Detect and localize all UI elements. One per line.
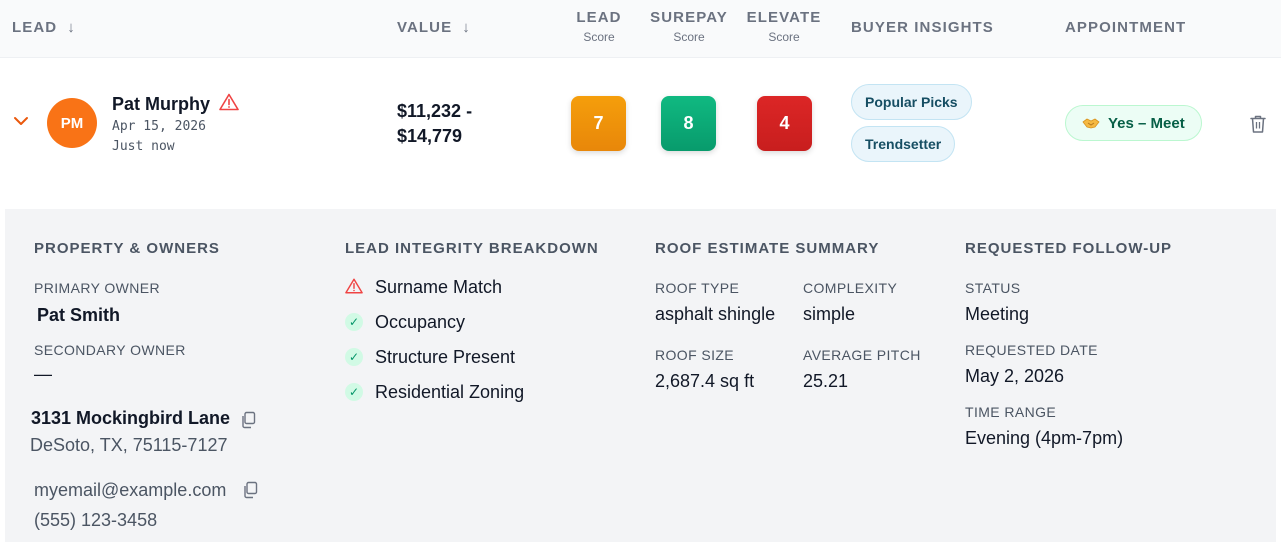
insight-badge: Trendsetter bbox=[851, 126, 956, 162]
column-header-appointment: APPOINTMENT bbox=[1065, 19, 1187, 36]
address-line-1: 3131 Mockingbird Lane bbox=[31, 408, 231, 428]
complexity-value: simple bbox=[803, 304, 856, 324]
roof-type-label: ROOF TYPE bbox=[655, 280, 740, 296]
status-label: STATUS bbox=[965, 280, 1021, 296]
requested-date-value: May 2, 2026 bbox=[965, 366, 1065, 386]
insight-badge: Popular Picks bbox=[851, 84, 972, 120]
avatar: PM bbox=[47, 98, 97, 148]
elevate-score-badge: 4 bbox=[757, 96, 812, 151]
address-line-2: DeSoto, TX, 75115-7127 bbox=[30, 435, 228, 455]
time-range-value: Evening (4pm-7pm) bbox=[965, 428, 1124, 448]
lead-value-high: $14,779 bbox=[397, 126, 463, 146]
column-header-lead-score: LEAD Score bbox=[572, 9, 626, 45]
check-icon: ✓ bbox=[345, 348, 363, 366]
column-header-value-label: VALUE bbox=[397, 19, 453, 36]
average-pitch-label: AVERAGE PITCH bbox=[803, 347, 921, 363]
integrity-item-residential-zoning: Residential Zoning bbox=[375, 382, 525, 402]
status-value: Meeting bbox=[965, 304, 1030, 324]
primary-owner-label: PRIMARY OWNER bbox=[34, 280, 161, 296]
secondary-owner-value: — bbox=[34, 364, 52, 384]
surepay-score-header-sub: Score bbox=[673, 30, 705, 44]
column-header-buyer-insights: BUYER INSIGHTS bbox=[851, 19, 994, 36]
copy-icon[interactable] bbox=[242, 481, 258, 499]
appointment-badge[interactable]: Yes – Meet bbox=[1065, 105, 1202, 141]
sort-arrow-icon[interactable]: ↓ bbox=[462, 19, 470, 36]
integrity-item-occupancy: Occupancy bbox=[375, 312, 466, 332]
warning-icon bbox=[219, 93, 239, 111]
trash-icon[interactable] bbox=[1249, 114, 1267, 134]
appointment-label: Yes – Meet bbox=[1108, 114, 1185, 132]
column-header-value[interactable]: VALUE ↓ bbox=[397, 19, 470, 36]
secondary-owner-label: SECONDARY OWNER bbox=[34, 342, 186, 358]
lead-integrity-heading: LEAD INTEGRITY BREAKDOWN bbox=[345, 240, 599, 257]
check-icon: ✓ bbox=[345, 313, 363, 331]
time-range-label: TIME RANGE bbox=[965, 404, 1057, 420]
column-header-lead[interactable]: LEAD ↓ bbox=[12, 19, 75, 36]
integrity-item-structure-present: Structure Present bbox=[375, 347, 516, 367]
column-header-surepay-score: SUREPAY Score bbox=[648, 9, 730, 45]
column-header-elevate-score: ELEVATE Score bbox=[746, 9, 822, 45]
requested-date-label: REQUESTED DATE bbox=[965, 342, 1098, 358]
lead-updated-time: Just now bbox=[112, 139, 175, 154]
surepay-score-header-title: SUREPAY bbox=[650, 9, 728, 26]
lead-score-badge: 7 bbox=[571, 96, 626, 151]
warning-icon bbox=[345, 278, 363, 294]
elevate-score-header-title: ELEVATE bbox=[746, 9, 822, 26]
property-owners-heading: PROPERTY & OWNERS bbox=[34, 240, 220, 257]
roof-size-value: 2,687.4 sq ft bbox=[655, 371, 755, 391]
roof-estimate-heading: ROOF ESTIMATE SUMMARY bbox=[655, 240, 880, 257]
lead-score-header-title: LEAD bbox=[576, 9, 622, 26]
elevate-score-header-sub: Score bbox=[768, 30, 800, 44]
complexity-label: COMPLEXITY bbox=[803, 280, 898, 296]
lead-value: $11,232 - $14,779 bbox=[397, 99, 547, 149]
copy-icon[interactable] bbox=[240, 411, 256, 429]
column-header-lead-label: LEAD bbox=[12, 19, 58, 36]
average-pitch-value: 25.21 bbox=[803, 371, 849, 391]
lead-date: Apr 15, 2026 bbox=[112, 119, 206, 134]
lead-name[interactable]: Pat Murphy bbox=[112, 94, 210, 115]
roof-type-value: asphalt shingle bbox=[655, 304, 776, 324]
check-icon: ✓ bbox=[345, 383, 363, 401]
lead-score-header-sub: Score bbox=[583, 30, 615, 44]
lead-value-low: $11,232 - bbox=[397, 101, 473, 121]
phone-value: (555) 123-3458 bbox=[34, 510, 158, 530]
surepay-score-badge: 8 bbox=[661, 96, 716, 151]
chevron-down-icon[interactable] bbox=[12, 114, 30, 128]
primary-owner-value: Pat Smith bbox=[37, 305, 121, 325]
integrity-item-surname-match: Surname Match bbox=[375, 277, 503, 297]
sort-arrow-icon[interactable]: ↓ bbox=[67, 19, 75, 36]
lead-row[interactable]: PM Pat Murphy Apr 15, 2026 Just now $11,… bbox=[0, 58, 1281, 188]
handshake-icon bbox=[1082, 118, 1100, 129]
lead-detail-panel: PROPERTY & OWNERS PRIMARY OWNER Pat Smit… bbox=[5, 209, 1276, 542]
table-header: LEAD ↓ VALUE ↓ LEAD Score SUREPAY Score EL… bbox=[0, 0, 1281, 58]
email-value: myemail@example.com bbox=[34, 480, 227, 500]
roof-size-label: ROOF SIZE bbox=[655, 347, 735, 363]
requested-followup-heading: REQUESTED FOLLOW-UP bbox=[965, 240, 1173, 257]
